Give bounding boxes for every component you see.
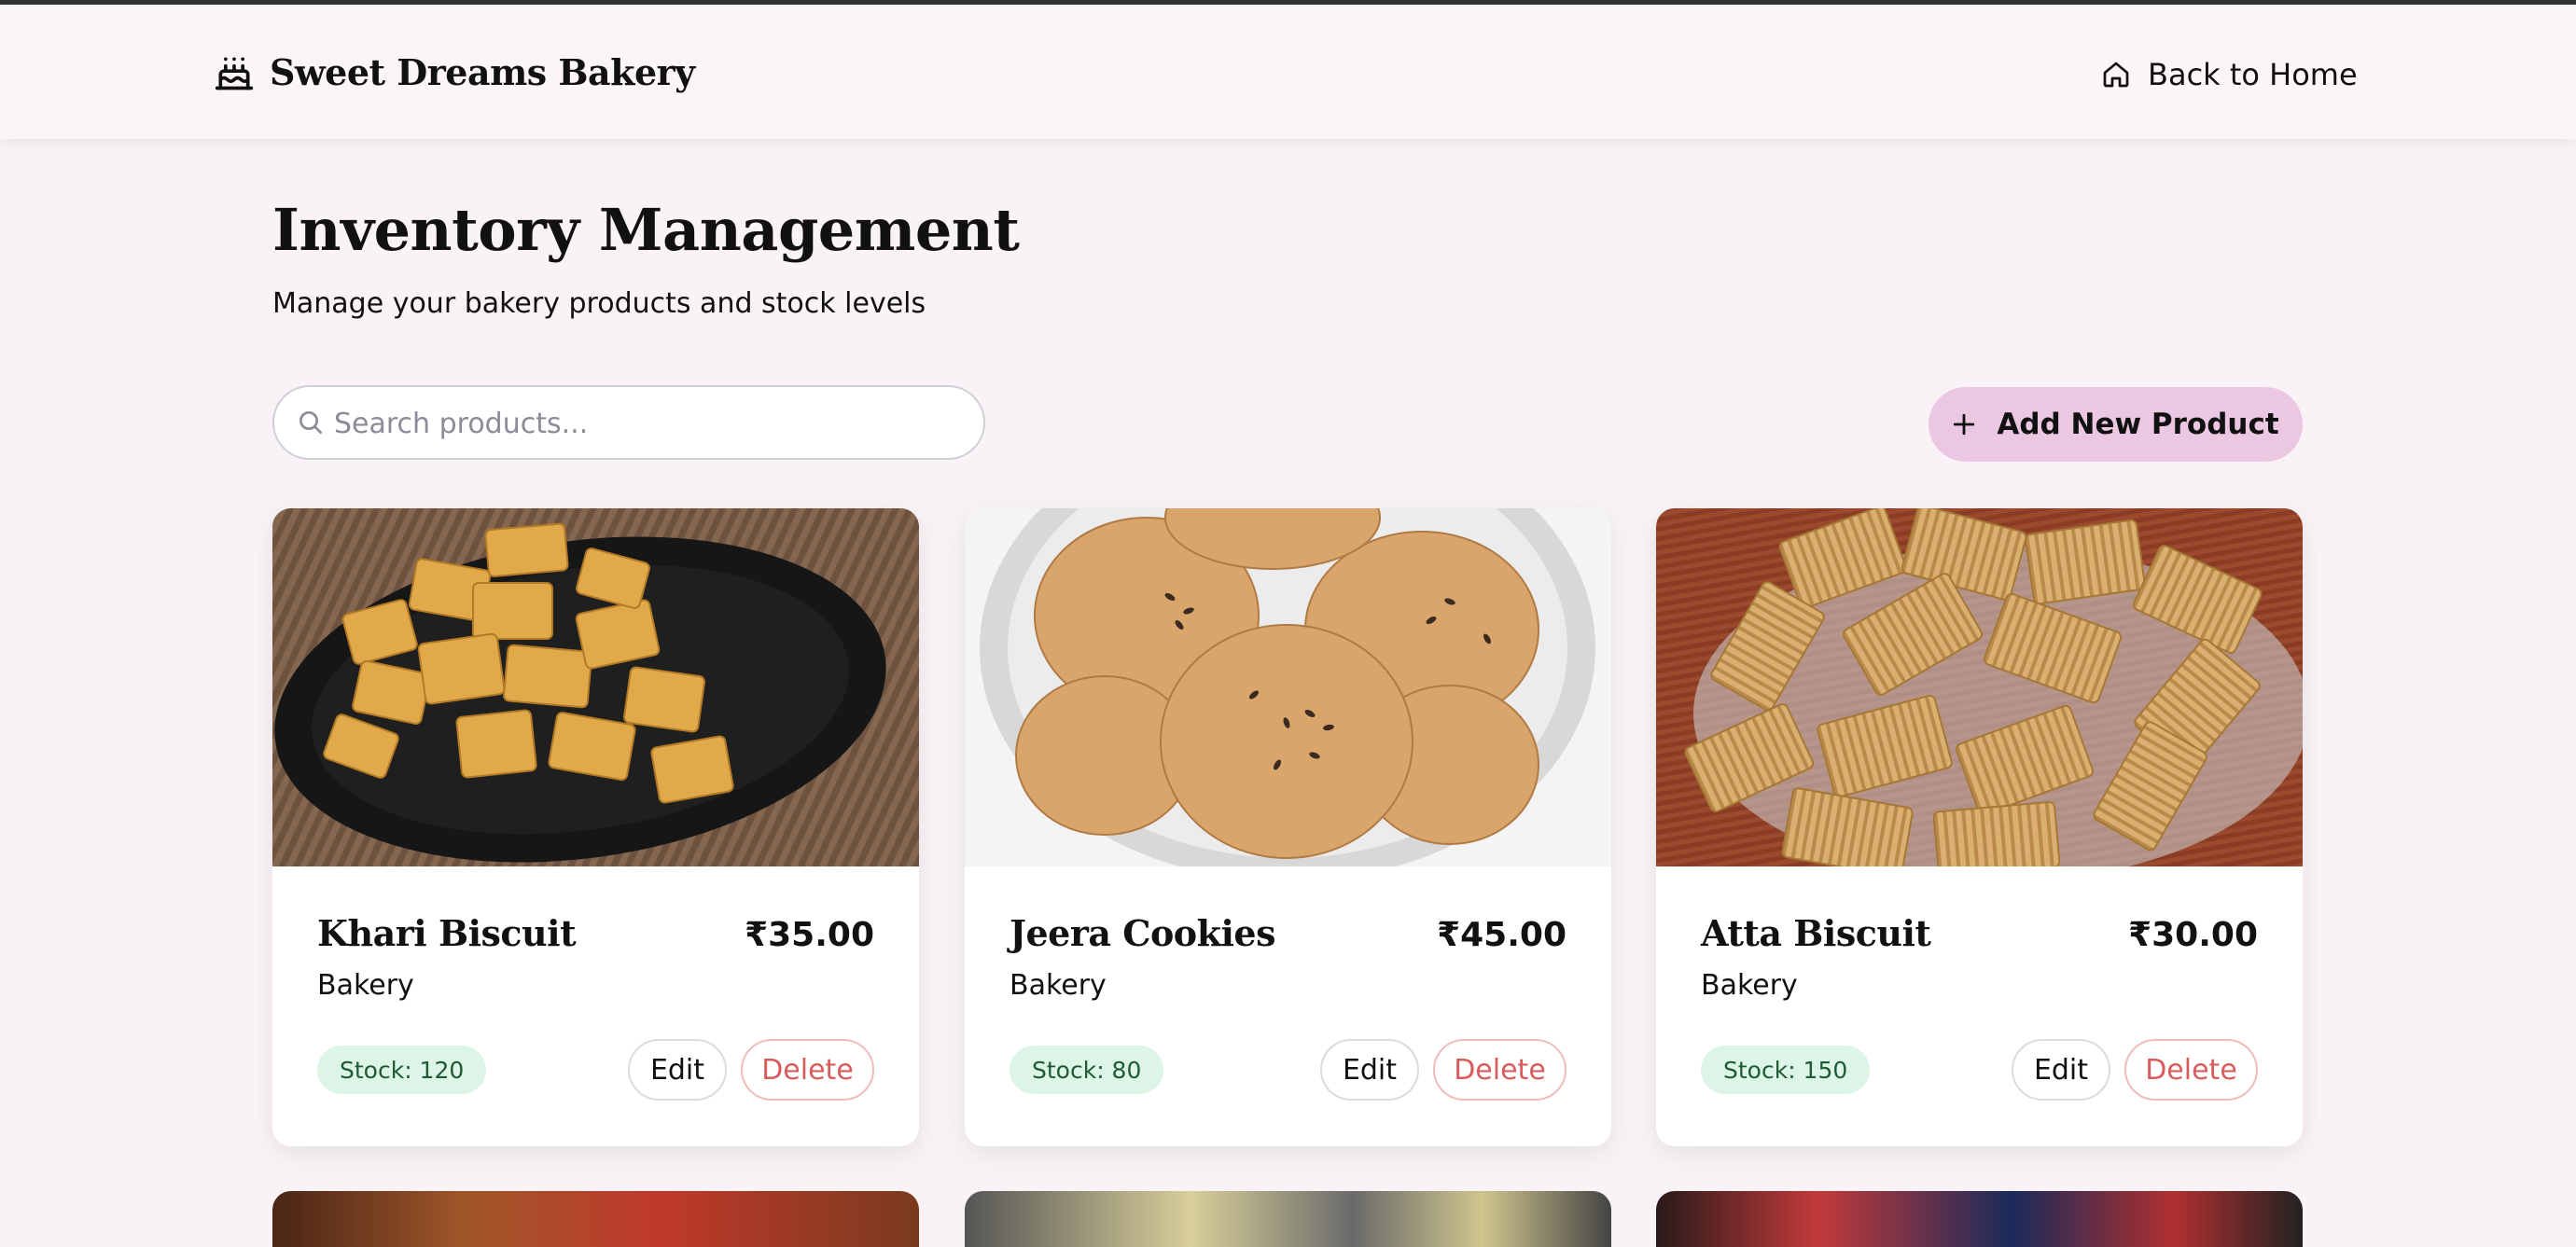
delete-button[interactable]: Delete [741,1039,874,1101]
search-icon [299,411,322,434]
add-new-product-button[interactable]: Add New Product [1929,387,2303,462]
product-price: ₹35.00 [745,916,874,954]
product-name: Atta Biscuit [1701,912,1931,954]
product-name: Jeera Cookies [1010,912,1275,954]
back-to-home-label: Back to Home [2148,57,2358,92]
back-to-home-link[interactable]: Back to Home [2101,57,2358,92]
delete-button[interactable]: Delete [2124,1039,2258,1101]
top-nav-bar: Sweet Dreams Bakery Back to Home [0,5,2576,139]
page-title: Inventory Management [272,196,1020,264]
brand-logo[interactable]: Sweet Dreams Bakery [214,51,695,93]
product-card-partial [1656,1191,2303,1247]
product-card-partial [272,1191,919,1247]
plus-icon [1954,413,1975,436]
cake-icon [215,57,254,90]
home-icon [2103,62,2129,88]
stock-badge: Stock: 80 [1010,1046,1164,1094]
product-image [965,508,1611,866]
stock-badge: Stock: 150 [1701,1046,1871,1094]
product-price: ₹45.00 [1437,916,1566,954]
product-category: Bakery [317,969,414,1002]
product-name: Khari Biscuit [317,912,577,954]
search-box[interactable] [272,385,985,460]
product-category: Bakery [1010,969,1107,1002]
product-category: Bakery [1701,969,1798,1002]
product-price: ₹30.00 [2128,916,2258,954]
product-image [272,508,919,866]
product-card: Jeera Cookies ₹45.00 Bakery Stock: 80 Ed… [965,508,1611,1146]
add-new-product-label: Add New Product [1997,408,2279,441]
product-image [1656,508,2303,866]
page-subtitle: Manage your bakery products and stock le… [272,287,926,320]
product-card-partial [965,1191,1611,1247]
edit-button[interactable]: Edit [628,1039,727,1101]
stock-badge: Stock: 120 [317,1046,487,1094]
edit-button[interactable]: Edit [2012,1039,2110,1101]
search-input[interactable] [332,400,952,447]
delete-button[interactable]: Delete [1433,1039,1566,1101]
product-card: Atta Biscuit ₹30.00 Bakery Stock: 150 Ed… [1656,508,2303,1146]
brand-name: Sweet Dreams Bakery [270,51,695,93]
edit-button[interactable]: Edit [1320,1039,1419,1101]
product-card: Khari Biscuit ₹35.00 Bakery Stock: 120 E… [272,508,919,1146]
